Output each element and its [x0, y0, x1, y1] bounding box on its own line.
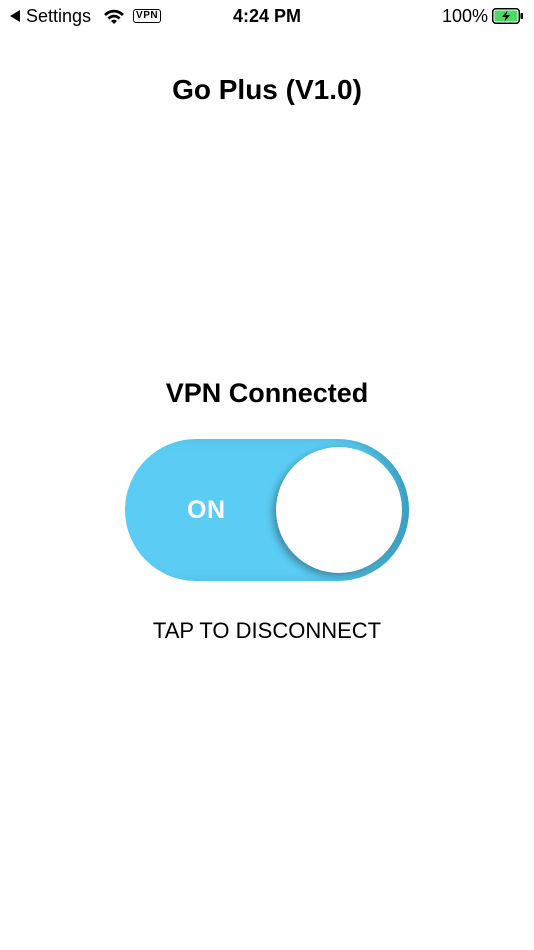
- battery-charging-icon: [492, 8, 524, 24]
- tap-to-disconnect-label[interactable]: TAP TO DISCONNECT: [0, 614, 534, 648]
- vpn-toggle-switch[interactable]: ON: [125, 439, 409, 581]
- app-title: Go Plus (V1.0): [172, 74, 362, 105]
- back-to-settings-link[interactable]: Settings VPN: [10, 5, 162, 27]
- screen: Settings VPN 4:24 PM 100% Go Plus (V1.0)…: [0, 0, 534, 950]
- battery-percent: 100%: [441, 6, 488, 26]
- status-right: 100%: [442, 5, 524, 27]
- toggle-state-label: ON: [187, 496, 226, 524]
- wifi-icon: [103, 8, 125, 25]
- back-label: Settings: [26, 6, 92, 26]
- status-bar: Settings VPN 4:24 PM 100%: [0, 0, 534, 32]
- back-triangle-icon: [10, 10, 20, 22]
- vpn-badge: VPN: [133, 9, 162, 23]
- vpn-status-label: VPN Connected: [165, 378, 369, 408]
- toggle-knob[interactable]: [276, 447, 402, 573]
